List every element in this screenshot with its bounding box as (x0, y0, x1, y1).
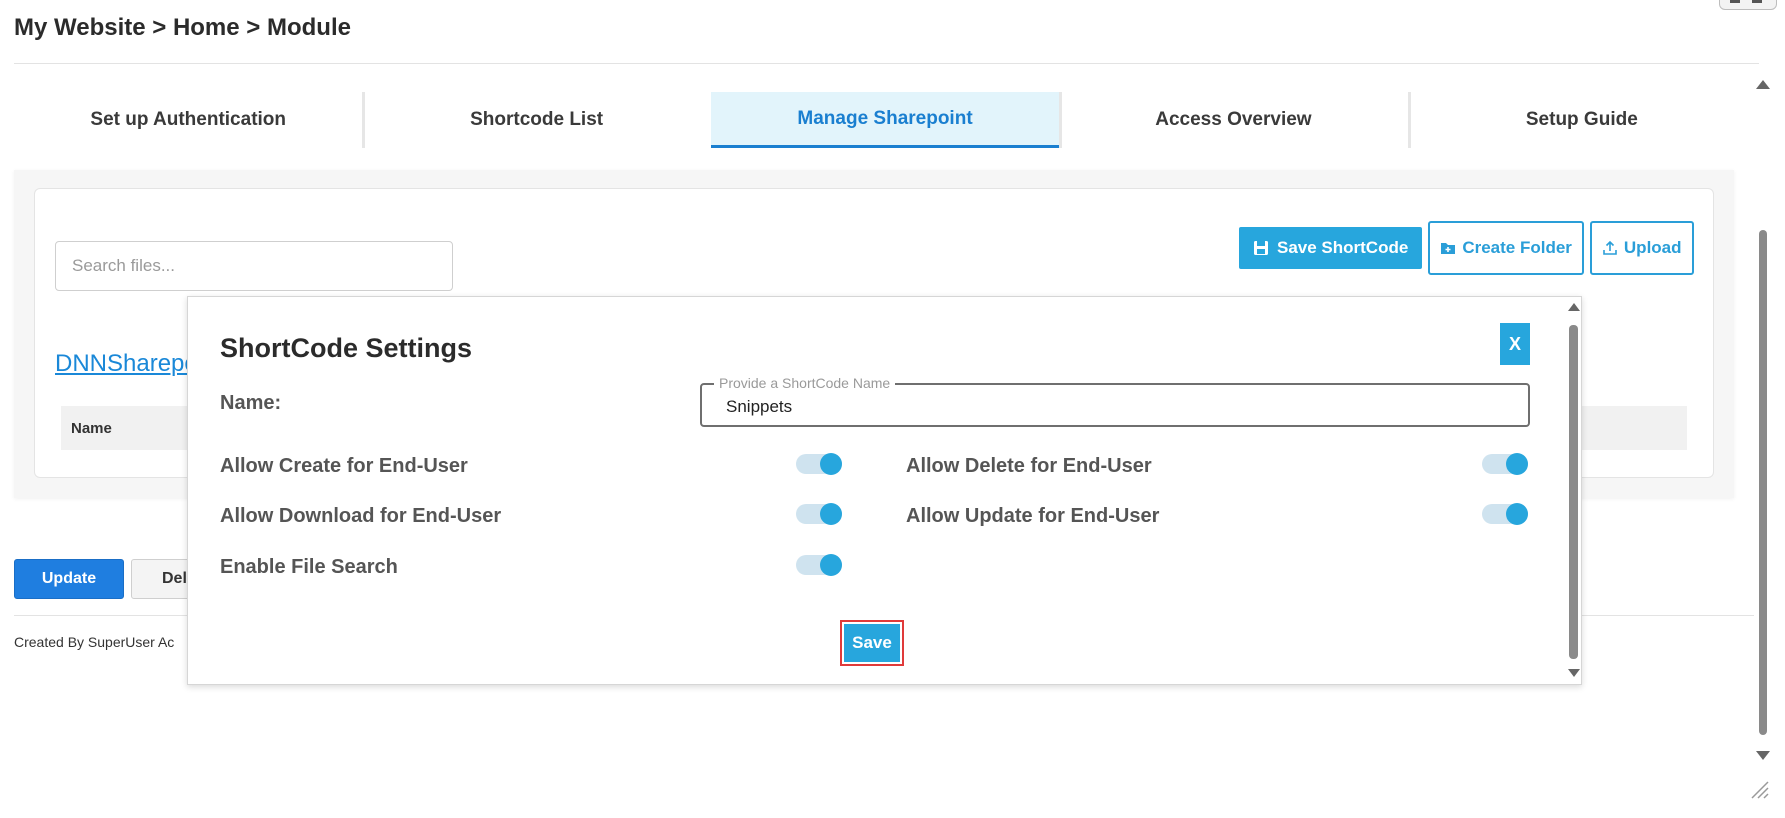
tab-access-overview[interactable]: Access Overview (1059, 92, 1407, 148)
page-scroll-down-arrow-icon[interactable] (1756, 751, 1770, 760)
enable-file-search-toggle[interactable] (796, 552, 844, 578)
close-modal-button[interactable]: X (1500, 323, 1530, 365)
breadcrumb: My Website > Home > Module (14, 14, 351, 41)
modal-title: ShortCode Settings (220, 333, 473, 363)
upload-button[interactable]: Upload (1589, 221, 1694, 275)
footer-created-by: Created By SuperUser Ac (14, 634, 175, 650)
save-shortcode-button[interactable]: Save ShortCode (1239, 227, 1423, 269)
window-control-icon[interactable] (1719, 0, 1777, 10)
allow-update-label: Allow Update for End-User (906, 505, 1160, 527)
tab-setup-guide[interactable]: Setup Guide (1407, 92, 1756, 148)
resize-grip-icon[interactable] (1746, 776, 1770, 800)
allow-create-label: Allow Create for End-User (220, 455, 468, 477)
sharepoint-folder-link[interactable]: DNNSharepo (55, 350, 198, 378)
shortcode-name-field: Provide a ShortCode Name (700, 375, 1530, 427)
update-button[interactable]: Update (14, 559, 124, 599)
allow-delete-toggle[interactable] (1482, 451, 1530, 477)
upload-icon (1603, 240, 1617, 255)
page-scrollbar-thumb[interactable] (1759, 230, 1767, 735)
add-folder-icon (1441, 243, 1456, 254)
tab-bar: Set up Authentication Shortcode List Man… (14, 92, 1756, 148)
search-files-input[interactable] (55, 241, 453, 291)
file-toolbar: Save ShortCode Create Folder Upload (1239, 221, 1694, 275)
allow-download-toggle[interactable] (796, 501, 844, 527)
floppy-disk-icon (1254, 241, 1268, 255)
tab-manage-sharepoint[interactable]: Manage Sharepoint (710, 92, 1060, 148)
tab-shortcode-list[interactable]: Shortcode List (362, 92, 710, 148)
allow-delete-label: Allow Delete for End-User (906, 455, 1152, 477)
shortcode-name-input[interactable] (726, 397, 1506, 417)
save-shortcode-label: Save ShortCode (1277, 238, 1409, 257)
page-scroll-up-arrow-icon[interactable] (1756, 80, 1770, 89)
shortcode-name-legend: Provide a ShortCode Name (714, 375, 896, 391)
modal-scroll-down-arrow-icon[interactable] (1568, 669, 1580, 677)
enable-file-search-label: Enable File Search (220, 556, 398, 578)
create-folder-button[interactable]: Create Folder (1428, 221, 1584, 275)
save-button-highlight: Save (840, 620, 904, 666)
create-folder-label: Create Folder (1462, 238, 1572, 257)
allow-download-label: Allow Download for End-User (220, 505, 502, 527)
modal-scrollbar-thumb[interactable] (1569, 325, 1578, 659)
allow-update-toggle[interactable] (1482, 501, 1530, 527)
name-label: Name: (220, 392, 282, 414)
upload-label: Upload (1623, 238, 1682, 257)
allow-create-toggle[interactable] (796, 451, 844, 477)
save-button[interactable]: Save (844, 624, 900, 662)
header-divider (14, 63, 1759, 64)
column-header-name[interactable]: Name (71, 420, 112, 437)
modal-scroll-up-arrow-icon[interactable] (1568, 303, 1580, 311)
tab-setup-authentication[interactable]: Set up Authentication (14, 92, 362, 148)
shortcode-settings-modal: ShortCode Settings X Name: Provide a Sho… (187, 296, 1582, 685)
